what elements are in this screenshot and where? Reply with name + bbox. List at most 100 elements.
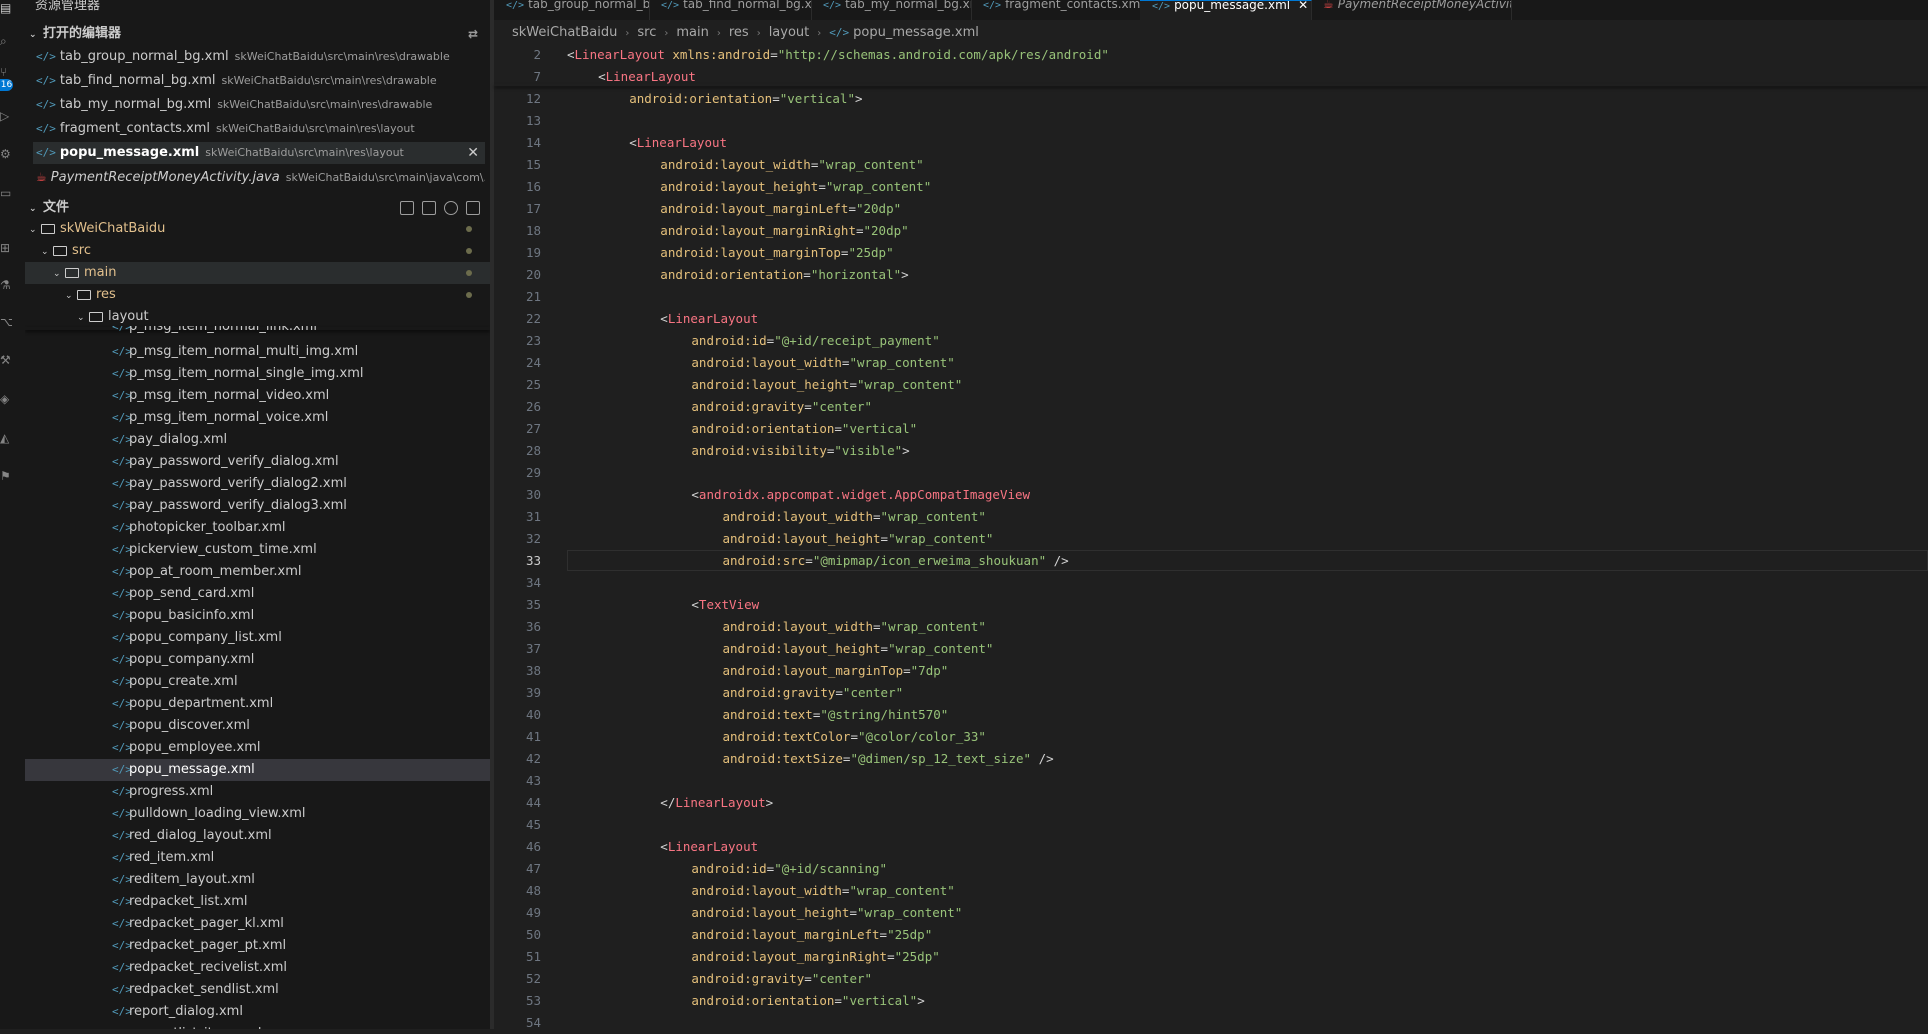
tool-icon[interactable]: ⚒ xyxy=(0,352,12,368)
file-item[interactable]: </> popu_create.xml xyxy=(25,671,490,693)
tab-label: popu_message.xml xyxy=(1174,0,1291,12)
git-graph-icon[interactable]: ⌥ xyxy=(0,314,12,330)
file-item[interactable]: </> pulldown_loading_view.xml xyxy=(25,803,490,825)
tab-label: tab_find_normal_bg.xml xyxy=(683,0,812,11)
folder-item[interactable]: ⌄ skWeiChatBaidu xyxy=(25,218,490,240)
open-editor-item[interactable]: </> popu_message.xml skWeiChatBaidu\src\ma… xyxy=(33,142,485,164)
folder-item[interactable]: ⌄ layout xyxy=(25,306,490,328)
breadcrumb-segment[interactable]: popu_message.xml xyxy=(853,25,979,40)
terminal-icon[interactable]: ▭ xyxy=(0,185,12,201)
open-editors-header[interactable]: ⌄ 打开的编辑器 ⇄ xyxy=(25,23,490,45)
folder-item[interactable]: ⌄ res xyxy=(25,284,490,306)
code-punct: < xyxy=(660,839,668,854)
remote-icon[interactable]: ⚙ xyxy=(0,146,12,162)
file-item[interactable]: </>requestlist_item.xml xyxy=(25,1023,490,1029)
file-item[interactable]: </> progress.xml xyxy=(25,781,490,803)
file-item[interactable]: </> pop_send_card.xml xyxy=(25,583,490,605)
breadcrumb-segment[interactable]: main xyxy=(676,25,708,40)
android-icon[interactable]: ◭ xyxy=(0,430,12,446)
refresh-icon[interactable] xyxy=(444,201,458,215)
sidebar-more-button[interactable]: ··· xyxy=(465,0,478,8)
breadcrumb-segment[interactable]: layout xyxy=(769,25,810,40)
editor-tab[interactable]: </> tab_my_normal_bg.xml xyxy=(811,0,972,20)
file-item[interactable]: </> pay_password_verify_dialog3.xml xyxy=(25,495,490,517)
file-item[interactable]: </> p_msg_item_normal_voice.xml xyxy=(25,407,490,429)
editor-tab[interactable]: </> fragment_contacts.xml xyxy=(971,0,1141,20)
editor-tab[interactable]: </>tab_group_normal_bg.xml xyxy=(494,0,650,20)
file-item[interactable]: </> pay_dialog.xml xyxy=(25,429,490,451)
breadcrumb-segment[interactable]: res xyxy=(729,25,749,40)
open-editor-item[interactable]: </> tab_find_normal_bg.xml skWeiChatBaidu\… xyxy=(33,70,485,92)
line-number: 33 xyxy=(525,553,541,568)
breadcrumb-segment[interactable]: src xyxy=(637,25,656,40)
file-item[interactable]: </> popu_basicinfo.xml xyxy=(25,605,490,627)
editor-tab[interactable]: ☕PaymentReceiptMoneyActivity.java xyxy=(1311,0,1512,20)
file-item[interactable]: </> pay_password_verify_dialog2.xml xyxy=(25,473,490,495)
file-item[interactable]: </> popu_message.xml xyxy=(25,759,490,781)
code-line: 51 android:layout_marginRight="25dp" xyxy=(494,946,1928,968)
chevron-down-icon: ⌄ xyxy=(77,313,85,323)
close-icon[interactable]: ✕ xyxy=(467,142,479,164)
file-item[interactable]: </> redpacket_list.xml xyxy=(25,891,490,913)
file-item[interactable]: </> redpacket_pager_pt.xml xyxy=(25,935,490,957)
xml-file-icon: </> xyxy=(36,50,56,63)
line-number: 28 xyxy=(525,443,541,458)
open-editor-path: skWeiChatBaidu\src\main\res\drawable xyxy=(221,74,437,87)
code-line: 54 xyxy=(494,1012,1928,1034)
code-line: 44 </LinearLayout> xyxy=(494,792,1928,814)
file-item[interactable]: </> popu_employee.xml xyxy=(25,737,490,759)
run-debug-icon[interactable]: ▷ xyxy=(0,108,12,124)
line-number: 17 xyxy=(525,201,541,216)
folder-open-icon xyxy=(89,311,103,322)
file-item[interactable]: </> pop_at_room_member.xml xyxy=(25,561,490,583)
extensions-icon[interactable]: ⊞ xyxy=(0,240,12,256)
source-control-icon[interactable]: ⑂ xyxy=(0,64,12,80)
collapse-all-icon[interactable] xyxy=(466,201,480,215)
file-item[interactable]: </> popu_discover.xml xyxy=(25,715,490,737)
line-number: 45 xyxy=(525,817,541,832)
line-content: android:text="@string/hint570" xyxy=(723,704,949,726)
file-item[interactable]: </> reditem_layout.xml xyxy=(25,869,490,891)
file-item[interactable]: </> redpacket_recivelist.xml xyxy=(25,957,490,979)
file-item[interactable]: </> popu_department.xml xyxy=(25,693,490,715)
file-item[interactable]: </> popu_company.xml xyxy=(25,649,490,671)
code-attr: android:layout_height xyxy=(691,377,850,392)
file-item[interactable]: </> p_msg_item_normal_multi_img.xml xyxy=(25,341,490,363)
files-header[interactable]: ⌄ 文件 xyxy=(25,197,490,219)
file-item[interactable]: </> p_msg_item_normal_single_img.xml xyxy=(25,363,490,385)
file-item[interactable]: </> pay_password_verify_dialog.xml xyxy=(25,451,490,473)
toggle-icon[interactable]: ⇄ xyxy=(468,23,482,41)
file-item[interactable]: </> red_item.xml xyxy=(25,847,490,869)
file-item[interactable]: </> red_dialog_layout.xml xyxy=(25,825,490,847)
file-item[interactable]: </> photopicker_toolbar.xml xyxy=(25,517,490,539)
file-item[interactable]: </> report_dialog.xml xyxy=(25,1001,490,1023)
breadcrumb-segment[interactable]: skWeiChatBaidu xyxy=(512,25,617,40)
new-folder-icon[interactable] xyxy=(422,201,436,215)
file-item[interactable]: </> popu_company_list.xml xyxy=(25,627,490,649)
explorer-icon[interactable]: ▤ xyxy=(0,0,12,16)
code-punct: = xyxy=(879,927,888,942)
search-icon[interactable]: ⌕ xyxy=(0,33,12,49)
deploy-icon[interactable]: ⚑ xyxy=(0,468,12,484)
code-string: "@dimen/sp_12_text_size" xyxy=(850,751,1032,766)
file-item[interactable]: </> redpacket_pager_kl.xml xyxy=(25,913,490,935)
open-editor-item[interactable]: </> tab_my_normal_bg.xml skWeiChatBaidu\sr… xyxy=(33,94,485,116)
folder-item[interactable]: ⌄ main xyxy=(25,262,490,284)
file-item[interactable]: </> redpacket_sendlist.xml xyxy=(25,979,490,1001)
editor-tab[interactable]: </>tab_find_normal_bg.xml xyxy=(649,0,812,20)
editor-tab[interactable]: </> popu_message.xml ✕ xyxy=(1140,0,1312,20)
line-number: 51 xyxy=(525,949,541,964)
file-item[interactable]: </> p_msg_item_normal_video.xml xyxy=(25,385,490,407)
code-attr: android:gravity xyxy=(691,971,805,986)
open-editor-item[interactable]: </> fragment_contacts.xml skWeiChatBaidu\s… xyxy=(33,118,485,140)
open-editor-item[interactable]: ☕ PaymentReceiptMoneyActivity.java skWeiCh… xyxy=(33,166,485,188)
plugin-icon[interactable]: ◈ xyxy=(0,391,12,407)
close-icon[interactable]: ✕ xyxy=(1298,1,1308,12)
code-punct: < xyxy=(691,487,699,502)
open-editor-item[interactable]: </> tab_group_normal_bg.xml skWeiChatBaidu… xyxy=(33,46,485,68)
file-item[interactable]: </> pickerview_custom_time.xml xyxy=(25,539,490,561)
testing-icon[interactable]: ⚗ xyxy=(0,277,12,293)
folder-item[interactable]: ⌄ src xyxy=(25,240,490,262)
new-file-icon[interactable] xyxy=(400,201,414,215)
code-line: 38 android:layout_marginTop="7dp" xyxy=(494,660,1928,682)
